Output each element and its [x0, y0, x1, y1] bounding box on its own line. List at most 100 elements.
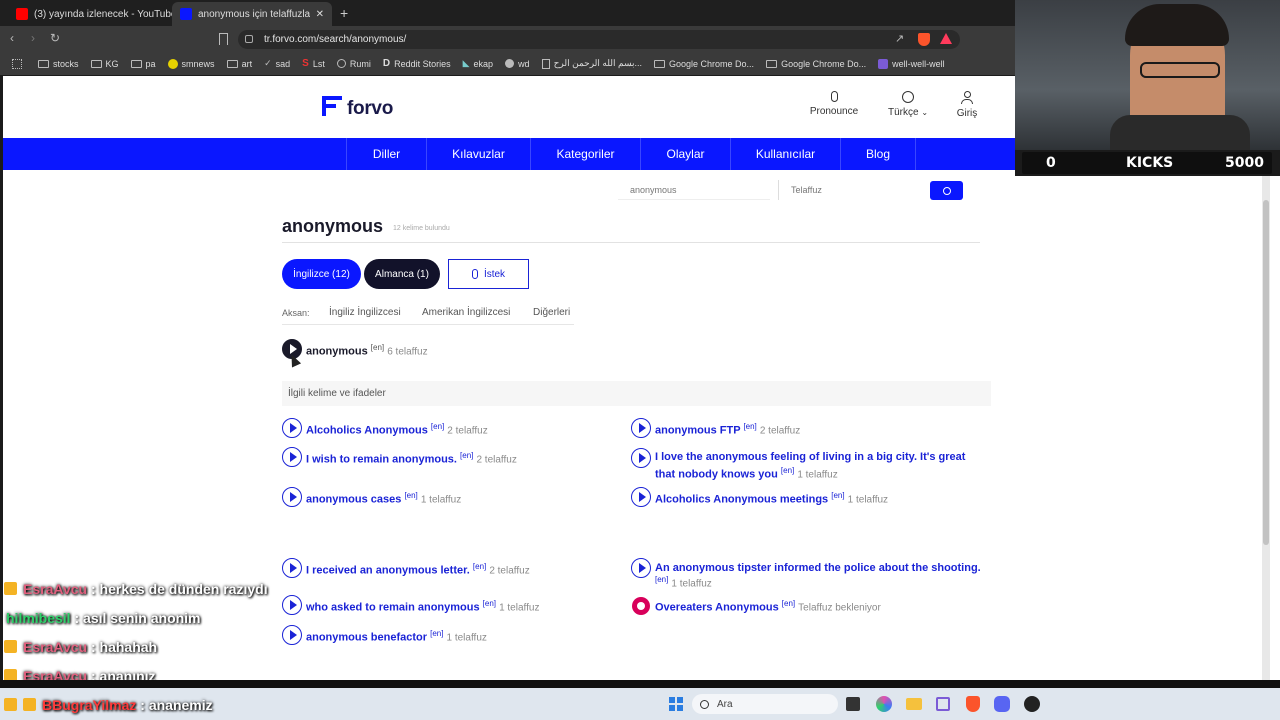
tab-forvo[interactable]: anonymous için telaffuzlar (Alco ✕ — [172, 2, 332, 26]
related-word-cont: [en] 1 telaffuz — [655, 575, 712, 590]
bookmark-item[interactable]: Google Chrome Do... — [760, 59, 872, 69]
related-word[interactable]: anonymous FTP [en] 2 telaffuz — [655, 422, 800, 437]
chevron-down-icon: ⌄ — [921, 108, 929, 117]
related-word[interactable]: who asked to remain anonymous [en] 1 tel… — [306, 599, 539, 614]
taskbar-search[interactable]: Ara — [692, 694, 838, 714]
bookmark-item[interactable]: pa — [125, 59, 162, 69]
bookmark-item[interactable]: KG — [85, 59, 125, 69]
bookmark-item[interactable]: D Reddit Stories — [377, 58, 457, 69]
windows-start-icon[interactable] — [669, 697, 683, 711]
related-word[interactable]: I love the anonymous feeling of living i… — [655, 451, 965, 463]
pronounce-button[interactable]: Pronounce — [800, 91, 868, 117]
related-word[interactable]: Alcoholics Anonymous meetings [en] 1 tel… — [655, 491, 888, 506]
kicks-current: 0 — [1046, 155, 1056, 171]
nav-kategoriler[interactable]: Kategoriler — [530, 138, 640, 170]
bookmark-icon[interactable] — [219, 33, 228, 45]
brave-shield-icon[interactable] — [918, 33, 930, 46]
play-icon[interactable] — [282, 418, 302, 438]
share-icon[interactable]: ↗ — [895, 32, 904, 45]
back-icon[interactable]: ‹ — [10, 31, 14, 45]
play-icon[interactable] — [282, 447, 302, 467]
related-word[interactable]: I received an anonymous letter. [en] 2 t… — [306, 562, 530, 577]
play-icon[interactable] — [282, 487, 302, 507]
site-info-icon[interactable] — [245, 35, 253, 43]
bookmark-item[interactable]: well-well-well — [872, 58, 951, 69]
tab-german[interactable]: Almanca (1) — [364, 259, 440, 289]
record-icon[interactable] — [632, 597, 650, 615]
bookmark-item[interactable]: ✓ sad — [258, 58, 296, 69]
related-header — [282, 381, 991, 406]
related-word[interactable]: anonymous cases [en] 1 telaffuz — [306, 491, 461, 506]
streamer-shirt — [1110, 115, 1250, 150]
page-background-right — [1015, 176, 1280, 680]
bookmark-item[interactable]: Google Chrome Do... — [648, 59, 760, 69]
nav-kilavuzlar[interactable]: Kılavuzlar — [426, 138, 530, 170]
logo-text[interactable]: forvo — [347, 98, 393, 120]
streamer-hair — [1125, 4, 1229, 46]
related-word-cont[interactable]: that nobody knows you [en] 1 telaffuz — [655, 466, 838, 481]
related-word[interactable]: An anonymous tipster informed the police… — [655, 562, 981, 574]
copilot-icon[interactable] — [876, 696, 892, 712]
new-tab-button[interactable]: + — [340, 5, 348, 21]
brave-rewards-icon[interactable] — [940, 33, 952, 44]
kicks-label: KICKS — [1126, 155, 1174, 171]
language-selector[interactable]: Türkçe ⌄ — [880, 91, 936, 118]
main-word[interactable]: anonymous [en] 6 telaffuz — [306, 343, 428, 358]
bookmark-item[interactable]: بسم الله الرحمن الرح... — [536, 58, 648, 69]
forward-icon[interactable]: › — [31, 31, 35, 45]
play-icon[interactable] — [282, 595, 302, 615]
bookmark-item[interactable]: art — [221, 59, 259, 69]
search-button[interactable] — [930, 181, 963, 200]
webcam-feed — [1015, 0, 1280, 150]
discord-icon[interactable] — [994, 696, 1010, 712]
tab-english[interactable]: İngilizce (12) — [282, 259, 361, 289]
nav-diller[interactable]: Diller — [346, 138, 426, 170]
accent-other[interactable]: Diğerleri — [533, 307, 570, 318]
request-button[interactable]: İstek — [448, 259, 529, 289]
close-tab-icon[interactable]: ✕ — [316, 9, 324, 20]
nav-blog[interactable]: Blog — [840, 138, 916, 170]
bookmark-item[interactable]: ◣ ekap — [457, 58, 499, 69]
page-title: anonymous — [282, 216, 384, 236]
search-input[interactable]: anonymous — [618, 180, 770, 200]
tab-youtube[interactable]: (3) yayında izlenecek - YouTube — [8, 2, 172, 26]
play-icon[interactable] — [631, 487, 651, 507]
obs-icon[interactable] — [1024, 696, 1040, 712]
related-word[interactable]: anonymous benefactor [en] 1 telaffuz — [306, 629, 487, 644]
play-icon[interactable] — [282, 558, 302, 578]
bookmark-item[interactable]: Rumi — [331, 59, 377, 69]
login-button[interactable]: Giriş — [950, 91, 984, 119]
nav-olaylar[interactable]: Olaylar — [640, 138, 730, 170]
scrollbar-thumb[interactable] — [1263, 200, 1269, 545]
snipping-tool-icon[interactable] — [936, 697, 950, 711]
related-word[interactable]: I wish to remain anonymous. [en] 2 telaf… — [306, 451, 517, 466]
bookmark-item[interactable]: stocks — [32, 59, 85, 69]
accent-american[interactable]: Amerikan İngilizcesi — [422, 307, 510, 318]
bookmark-item[interactable]: smnews — [162, 58, 221, 69]
nav-kullanicilar[interactable]: Kullanıcılar — [730, 138, 840, 170]
language-label: Türkçe — [887, 107, 919, 118]
related-word[interactable]: Overeaters Anonymous [en] Telaffuz bekle… — [655, 599, 881, 614]
bookmark-item[interactable]: S Lst — [296, 58, 331, 69]
microphone-icon — [471, 269, 478, 279]
play-icon[interactable] — [631, 448, 651, 468]
brave-browser-icon[interactable] — [966, 696, 980, 712]
play-icon[interactable] — [282, 625, 302, 645]
address-bar[interactable]: tr.forvo.com/search/anonymous/ — [238, 30, 960, 49]
bookmark-item[interactable]: wd — [499, 59, 536, 69]
reload-icon[interactable]: ↻ — [50, 31, 60, 45]
related-title: İlgili kelime ve ifadeler — [288, 388, 386, 399]
forvo-logo-icon[interactable] — [322, 96, 342, 116]
related-word[interactable]: Alcoholics Anonymous [en] 2 telaffuz — [306, 422, 488, 437]
play-icon[interactable] — [631, 558, 651, 578]
forvo-favicon-icon — [180, 8, 192, 20]
search-mode-select[interactable]: Telaffuz — [778, 180, 928, 200]
task-view-icon[interactable] — [846, 697, 860, 711]
badge-icon — [4, 582, 17, 595]
microphone-icon — [830, 91, 838, 102]
apps-icon[interactable] — [6, 58, 32, 69]
file-explorer-icon[interactable] — [906, 698, 922, 710]
play-icon[interactable] — [631, 418, 651, 438]
chat-message: hilmibesil : asıl senin anonim — [6, 610, 201, 626]
accent-british[interactable]: İngiliz İngilizcesi — [329, 307, 401, 318]
